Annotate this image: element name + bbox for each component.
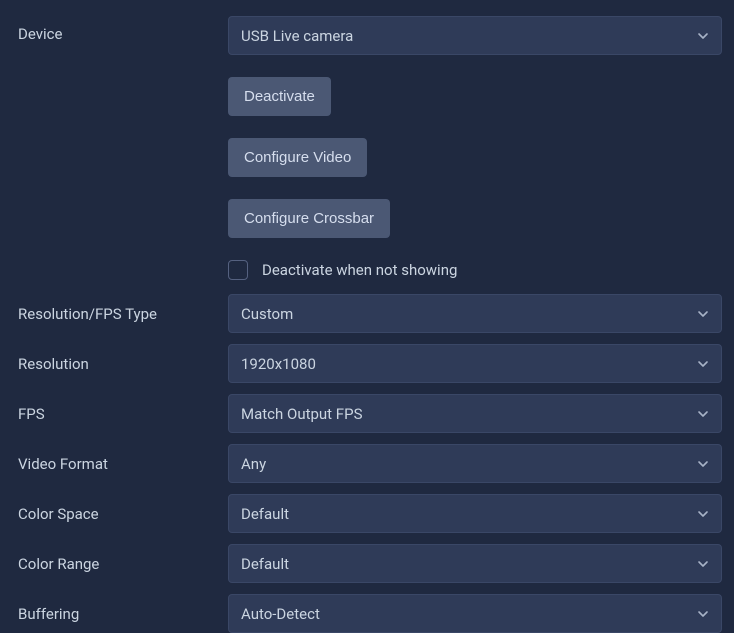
color-space-label: Color Space — [18, 505, 216, 523]
deactivate-when-not-showing-label: Deactivate when not showing — [262, 261, 457, 279]
video-format-select[interactable]: Any — [228, 444, 722, 483]
deactivate-when-not-showing-row[interactable]: Deactivate when not showing — [228, 260, 722, 280]
buffering-value: Auto-Detect — [241, 605, 320, 623]
resolution-select[interactable]: 1920x1080 — [228, 344, 722, 383]
resolution-value: 1920x1080 — [241, 355, 316, 373]
color-range-label: Color Range — [18, 555, 216, 573]
chevron-down-icon — [697, 358, 709, 370]
resolution-label: Resolution — [18, 355, 216, 373]
deactivate-when-not-showing-checkbox[interactable] — [228, 260, 248, 280]
color-space-select[interactable]: Default — [228, 494, 722, 533]
device-label: Device — [18, 16, 216, 43]
chevron-down-icon — [697, 508, 709, 520]
color-range-select[interactable]: Default — [228, 544, 722, 583]
fps-label: FPS — [18, 405, 216, 423]
chevron-down-icon — [697, 458, 709, 470]
deactivate-button[interactable]: Deactivate — [228, 77, 331, 116]
resolution-fps-type-label: Resolution/FPS Type — [18, 305, 216, 323]
chevron-down-icon — [697, 558, 709, 570]
color-range-value: Default — [241, 555, 289, 573]
resolution-fps-type-select[interactable]: Custom — [228, 294, 722, 333]
device-select[interactable]: USB Live camera — [228, 16, 722, 55]
video-format-label: Video Format — [18, 455, 216, 473]
buffering-label: Buffering — [18, 605, 216, 623]
configure-crossbar-button[interactable]: Configure Crossbar — [228, 199, 390, 238]
chevron-down-icon — [697, 308, 709, 320]
configure-video-button[interactable]: Configure Video — [228, 138, 367, 177]
resolution-fps-type-value: Custom — [241, 305, 293, 323]
chevron-down-icon — [697, 608, 709, 620]
chevron-down-icon — [697, 408, 709, 420]
fps-value: Match Output FPS — [241, 405, 362, 423]
color-space-value: Default — [241, 505, 289, 523]
device-select-value: USB Live camera — [241, 27, 353, 45]
fps-select[interactable]: Match Output FPS — [228, 394, 722, 433]
chevron-down-icon — [697, 30, 709, 42]
buffering-select[interactable]: Auto-Detect — [228, 594, 722, 633]
video-format-value: Any — [241, 455, 266, 473]
